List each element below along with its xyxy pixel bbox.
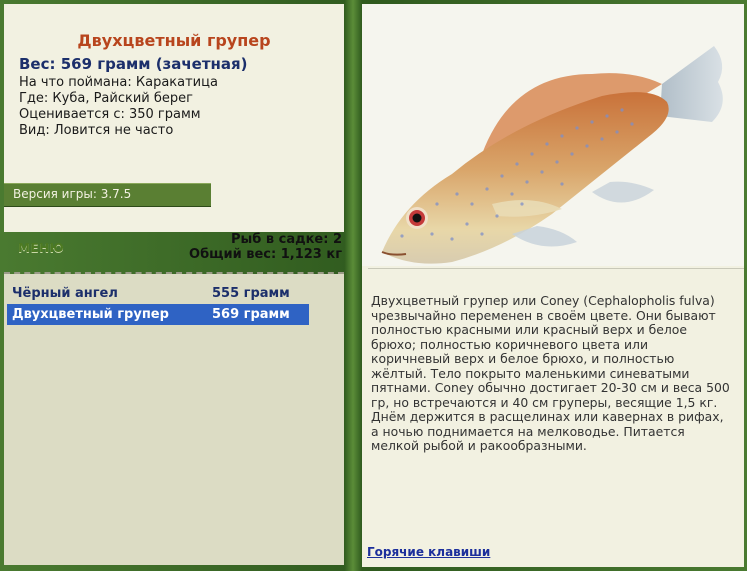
description-divider <box>368 268 744 269</box>
dashed-divider <box>4 272 344 274</box>
catch-rarity-text: Вид: Ловится не часто <box>19 123 174 138</box>
vine-divider <box>344 0 362 571</box>
location-text: Где: Куба, Райский берег <box>19 91 193 106</box>
fish-image <box>362 4 744 266</box>
caught-on-text: На что поймана: Каракатица <box>19 75 218 90</box>
catch-name: Чёрный ангел <box>12 286 118 301</box>
catch-list-item[interactable]: Чёрный ангел 555 грамм <box>7 283 309 304</box>
catch-list-item-selected[interactable]: Двухцветный групер 569 грамм <box>7 304 309 325</box>
catch-weight: 569 грамм <box>212 307 290 322</box>
version-bar: Версия игры: 3.7.5 <box>4 183 211 207</box>
grouper-fish-illustration <box>381 46 723 264</box>
version-text: Версия игры: 3.7.5 <box>13 187 132 201</box>
hotkeys-link[interactable]: Горячие клавиши <box>367 545 490 559</box>
catch-list-panel: Чёрный ангел 555 грамм Двухцветный групе… <box>4 274 344 565</box>
total-weight-text: Общий вес: 1,123 кг <box>189 247 342 262</box>
fish-detail-panel: Двухцветный групер или Coney (Cephalopho… <box>362 4 744 567</box>
catch-name: Двухцветный групер <box>12 307 169 322</box>
catch-weight: 555 грамм <box>212 286 290 301</box>
fish-description: Двухцветный групер или Coney (Cephalopho… <box>371 293 730 453</box>
menu-button[interactable]: МЕНЮ <box>18 241 64 255</box>
fish-count-text: Рыб в садке: 2 <box>230 232 342 247</box>
valued-from-text: Оценивается с: 350 грамм <box>19 107 201 122</box>
fish-weight: Вес: 569 грамм (зачетная) <box>19 55 248 73</box>
fish-title: Двухцветный групер <box>77 31 271 50</box>
